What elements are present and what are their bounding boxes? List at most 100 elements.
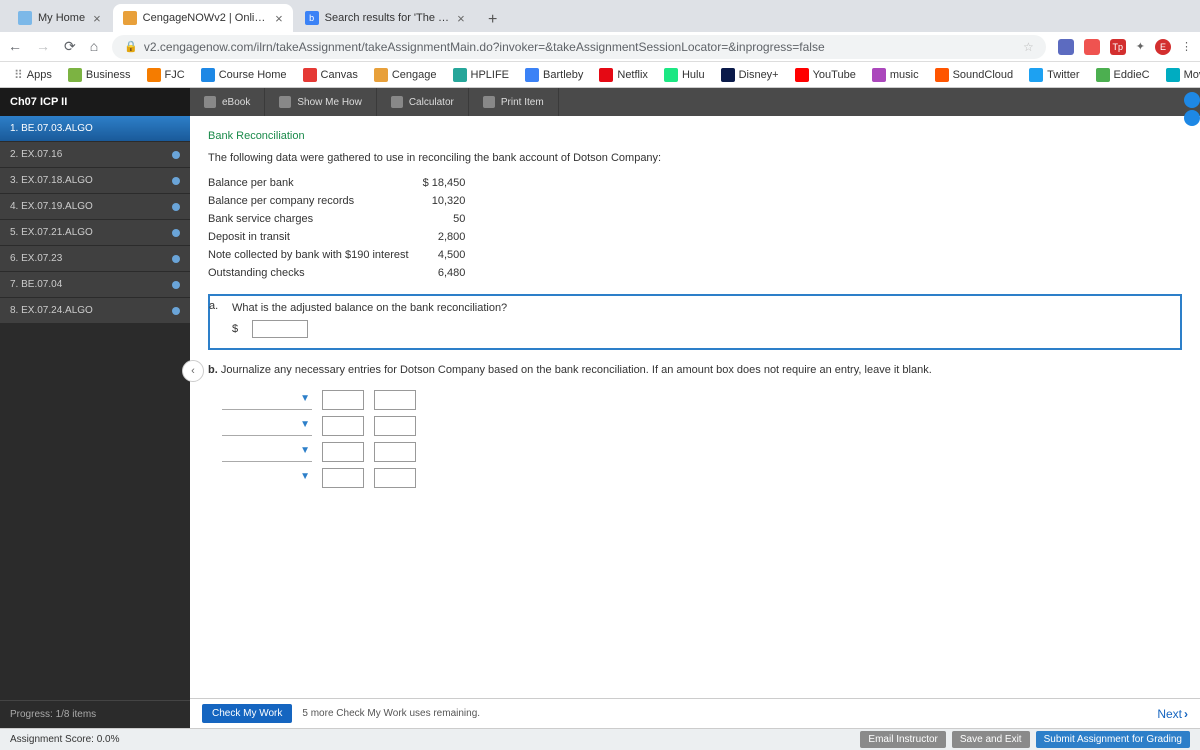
extension-icon[interactable]: [1084, 39, 1100, 55]
sidebar-item[interactable]: 4. EX.07.19.ALGO: [0, 194, 190, 220]
bookmark-item[interactable]: YouTube: [789, 66, 862, 84]
bookmark-item[interactable]: music: [866, 66, 925, 84]
puzzle-icon[interactable]: ✦: [1136, 40, 1145, 53]
sidebar-item[interactable]: 1. BE.07.03.ALGO: [0, 116, 190, 142]
bookmark-item[interactable]: ⠿Apps: [8, 66, 58, 84]
account-dropdown[interactable]: ▼: [222, 416, 312, 436]
bookmark-item[interactable]: EddieC: [1090, 66, 1156, 84]
question-content: Bank Reconciliation The following data w…: [190, 116, 1200, 698]
menu-icon[interactable]: ⋮: [1181, 40, 1192, 53]
table-row: Balance per company records10,320: [208, 192, 479, 210]
browser-toolbar: ← → ⟳ ⌂ 🔒 v2.cengagenow.com/ilrn/takeAss…: [0, 32, 1200, 62]
back-icon[interactable]: ←: [8, 38, 22, 55]
debit-input[interactable]: [322, 468, 364, 488]
chevron-down-icon: ▼: [300, 445, 310, 456]
extension-icon[interactable]: [1058, 39, 1074, 55]
assignment-sidebar: Ch07 ICP II 1. BE.07.03.ALGO2. EX.07.163…: [0, 88, 190, 728]
reload-icon[interactable]: ⟳: [64, 38, 76, 55]
browser-tab-active[interactable]: CengageNOWv2 | Online teach ×: [113, 4, 293, 32]
sidebar-item[interactable]: 5. EX.07.21.ALGO: [0, 220, 190, 246]
sidebar-item[interactable]: 3. EX.07.18.ALGO: [0, 168, 190, 194]
bookmark-item[interactable]: Movies: [1160, 66, 1200, 84]
browser-tab[interactable]: b Search results for 'The followi ×: [295, 4, 475, 32]
next-button[interactable]: Next›: [1157, 707, 1188, 721]
tab-title: CengageNOWv2 | Online teach: [143, 12, 267, 24]
question-a-text: What is the adjusted balance on the bank…: [232, 302, 1172, 314]
toolbar-item[interactable]: Print Item: [469, 88, 559, 116]
bookmark-item[interactable]: Netflix: [593, 66, 654, 84]
credit-input[interactable]: [374, 468, 416, 488]
qb-body: Journalize any necessary entries for Dot…: [221, 364, 932, 376]
sidebar-item[interactable]: 8. EX.07.24.ALGO: [0, 298, 190, 324]
home-icon[interactable]: ⌂: [90, 38, 98, 55]
sidebar-item[interactable]: 7. BE.07.04: [0, 272, 190, 298]
debit-input[interactable]: [322, 442, 364, 462]
progress-text: Progress: 1/8 items: [0, 700, 190, 728]
chevron-down-icon: ▼: [300, 471, 310, 482]
chevron-down-icon: ▼: [300, 419, 310, 430]
bookmark-item[interactable]: Hulu: [658, 66, 711, 84]
favicon: [123, 11, 137, 25]
new-tab-button[interactable]: +: [481, 8, 505, 32]
next-label: Next: [1157, 707, 1182, 721]
forward-icon[interactable]: →: [36, 38, 50, 55]
question-a-box: a. What is the adjusted balance on the b…: [208, 294, 1182, 350]
collapse-sidebar-button[interactable]: ‹: [182, 360, 204, 382]
chevron-right-icon: ›: [1184, 707, 1188, 721]
sidebar-header: Ch07 ICP II: [0, 88, 190, 116]
save-and-exit-button[interactable]: Save and Exit: [952, 731, 1030, 748]
email-instructor-button[interactable]: Email Instructor: [860, 731, 945, 748]
favicon: [18, 11, 32, 25]
close-icon[interactable]: ×: [457, 11, 465, 26]
help-tab-icon[interactable]: [1184, 92, 1200, 108]
profile-avatar[interactable]: E: [1155, 39, 1171, 55]
tab-title: Search results for 'The followi: [325, 12, 449, 24]
bookmarks-bar: ⠿AppsBusinessFJCCourse HomeCanvasCengage…: [0, 62, 1200, 88]
sidebar-item[interactable]: 2. EX.07.16: [0, 142, 190, 168]
content-toolbar: eBookShow Me HowCalculatorPrint Item: [190, 88, 1200, 116]
url-bar[interactable]: 🔒 v2.cengagenow.com/ilrn/takeAssignment/…: [112, 35, 1046, 59]
extension-icon[interactable]: Tp: [1110, 39, 1126, 55]
credit-input[interactable]: [374, 416, 416, 436]
credit-input[interactable]: [374, 390, 416, 410]
browser-tab-strip: My Home × CengageNOWv2 | Online teach × …: [0, 0, 1200, 32]
question-footer: Check My Work 5 more Check My Work uses …: [190, 698, 1200, 728]
favicon: b: [305, 11, 319, 25]
bookmark-item[interactable]: FJC: [141, 66, 191, 84]
bookmark-item[interactable]: Twitter: [1023, 66, 1085, 84]
account-dropdown[interactable]: ▼: [222, 442, 312, 462]
support-tab-icon[interactable]: [1184, 110, 1200, 126]
table-row: Outstanding checks6,480: [208, 264, 479, 282]
credit-input[interactable]: [374, 442, 416, 462]
bookmark-item[interactable]: Canvas: [297, 66, 364, 84]
account-dropdown[interactable]: ▼: [222, 390, 312, 410]
assignment-bottom-bar: Assignment Score: 0.0% Email Instructor …: [0, 728, 1200, 750]
bookmark-item[interactable]: Course Home: [195, 66, 293, 84]
question-letter: a.: [209, 300, 218, 312]
bookmark-item[interactable]: SoundCloud: [929, 66, 1020, 84]
table-row: Balance per bank$ 18,450: [208, 174, 479, 192]
question-b-text: b. Journalize any necessary entries for …: [208, 364, 1182, 376]
bookmark-item[interactable]: Business: [62, 66, 137, 84]
debit-input[interactable]: [322, 390, 364, 410]
currency-prefix: $: [232, 323, 238, 335]
close-icon[interactable]: ×: [93, 11, 101, 26]
bookmark-item[interactable]: Cengage: [368, 66, 443, 84]
browser-tab[interactable]: My Home ×: [8, 4, 111, 32]
bookmark-item[interactable]: Disney+: [715, 66, 785, 84]
bookmark-item[interactable]: Bartleby: [519, 66, 589, 84]
bookmark-item[interactable]: HPLIFE: [447, 66, 516, 84]
debit-input[interactable]: [322, 416, 364, 436]
sidebar-item[interactable]: 6. EX.07.23: [0, 246, 190, 272]
close-icon[interactable]: ×: [275, 11, 283, 26]
toolbar-item[interactable]: Calculator: [377, 88, 469, 116]
submit-assignment-button[interactable]: Submit Assignment for Grading: [1036, 731, 1190, 748]
toolbar-item[interactable]: eBook: [190, 88, 265, 116]
answer-input-a[interactable]: [252, 320, 308, 338]
check-my-work-button[interactable]: Check My Work: [202, 704, 292, 723]
table-row: Note collected by bank with $190 interes…: [208, 246, 479, 264]
question-letter: b.: [208, 364, 218, 376]
account-dropdown[interactable]: ▼: [222, 468, 312, 488]
toolbar-item[interactable]: Show Me How: [265, 88, 376, 116]
star-icon[interactable]: ☆: [1023, 40, 1034, 54]
